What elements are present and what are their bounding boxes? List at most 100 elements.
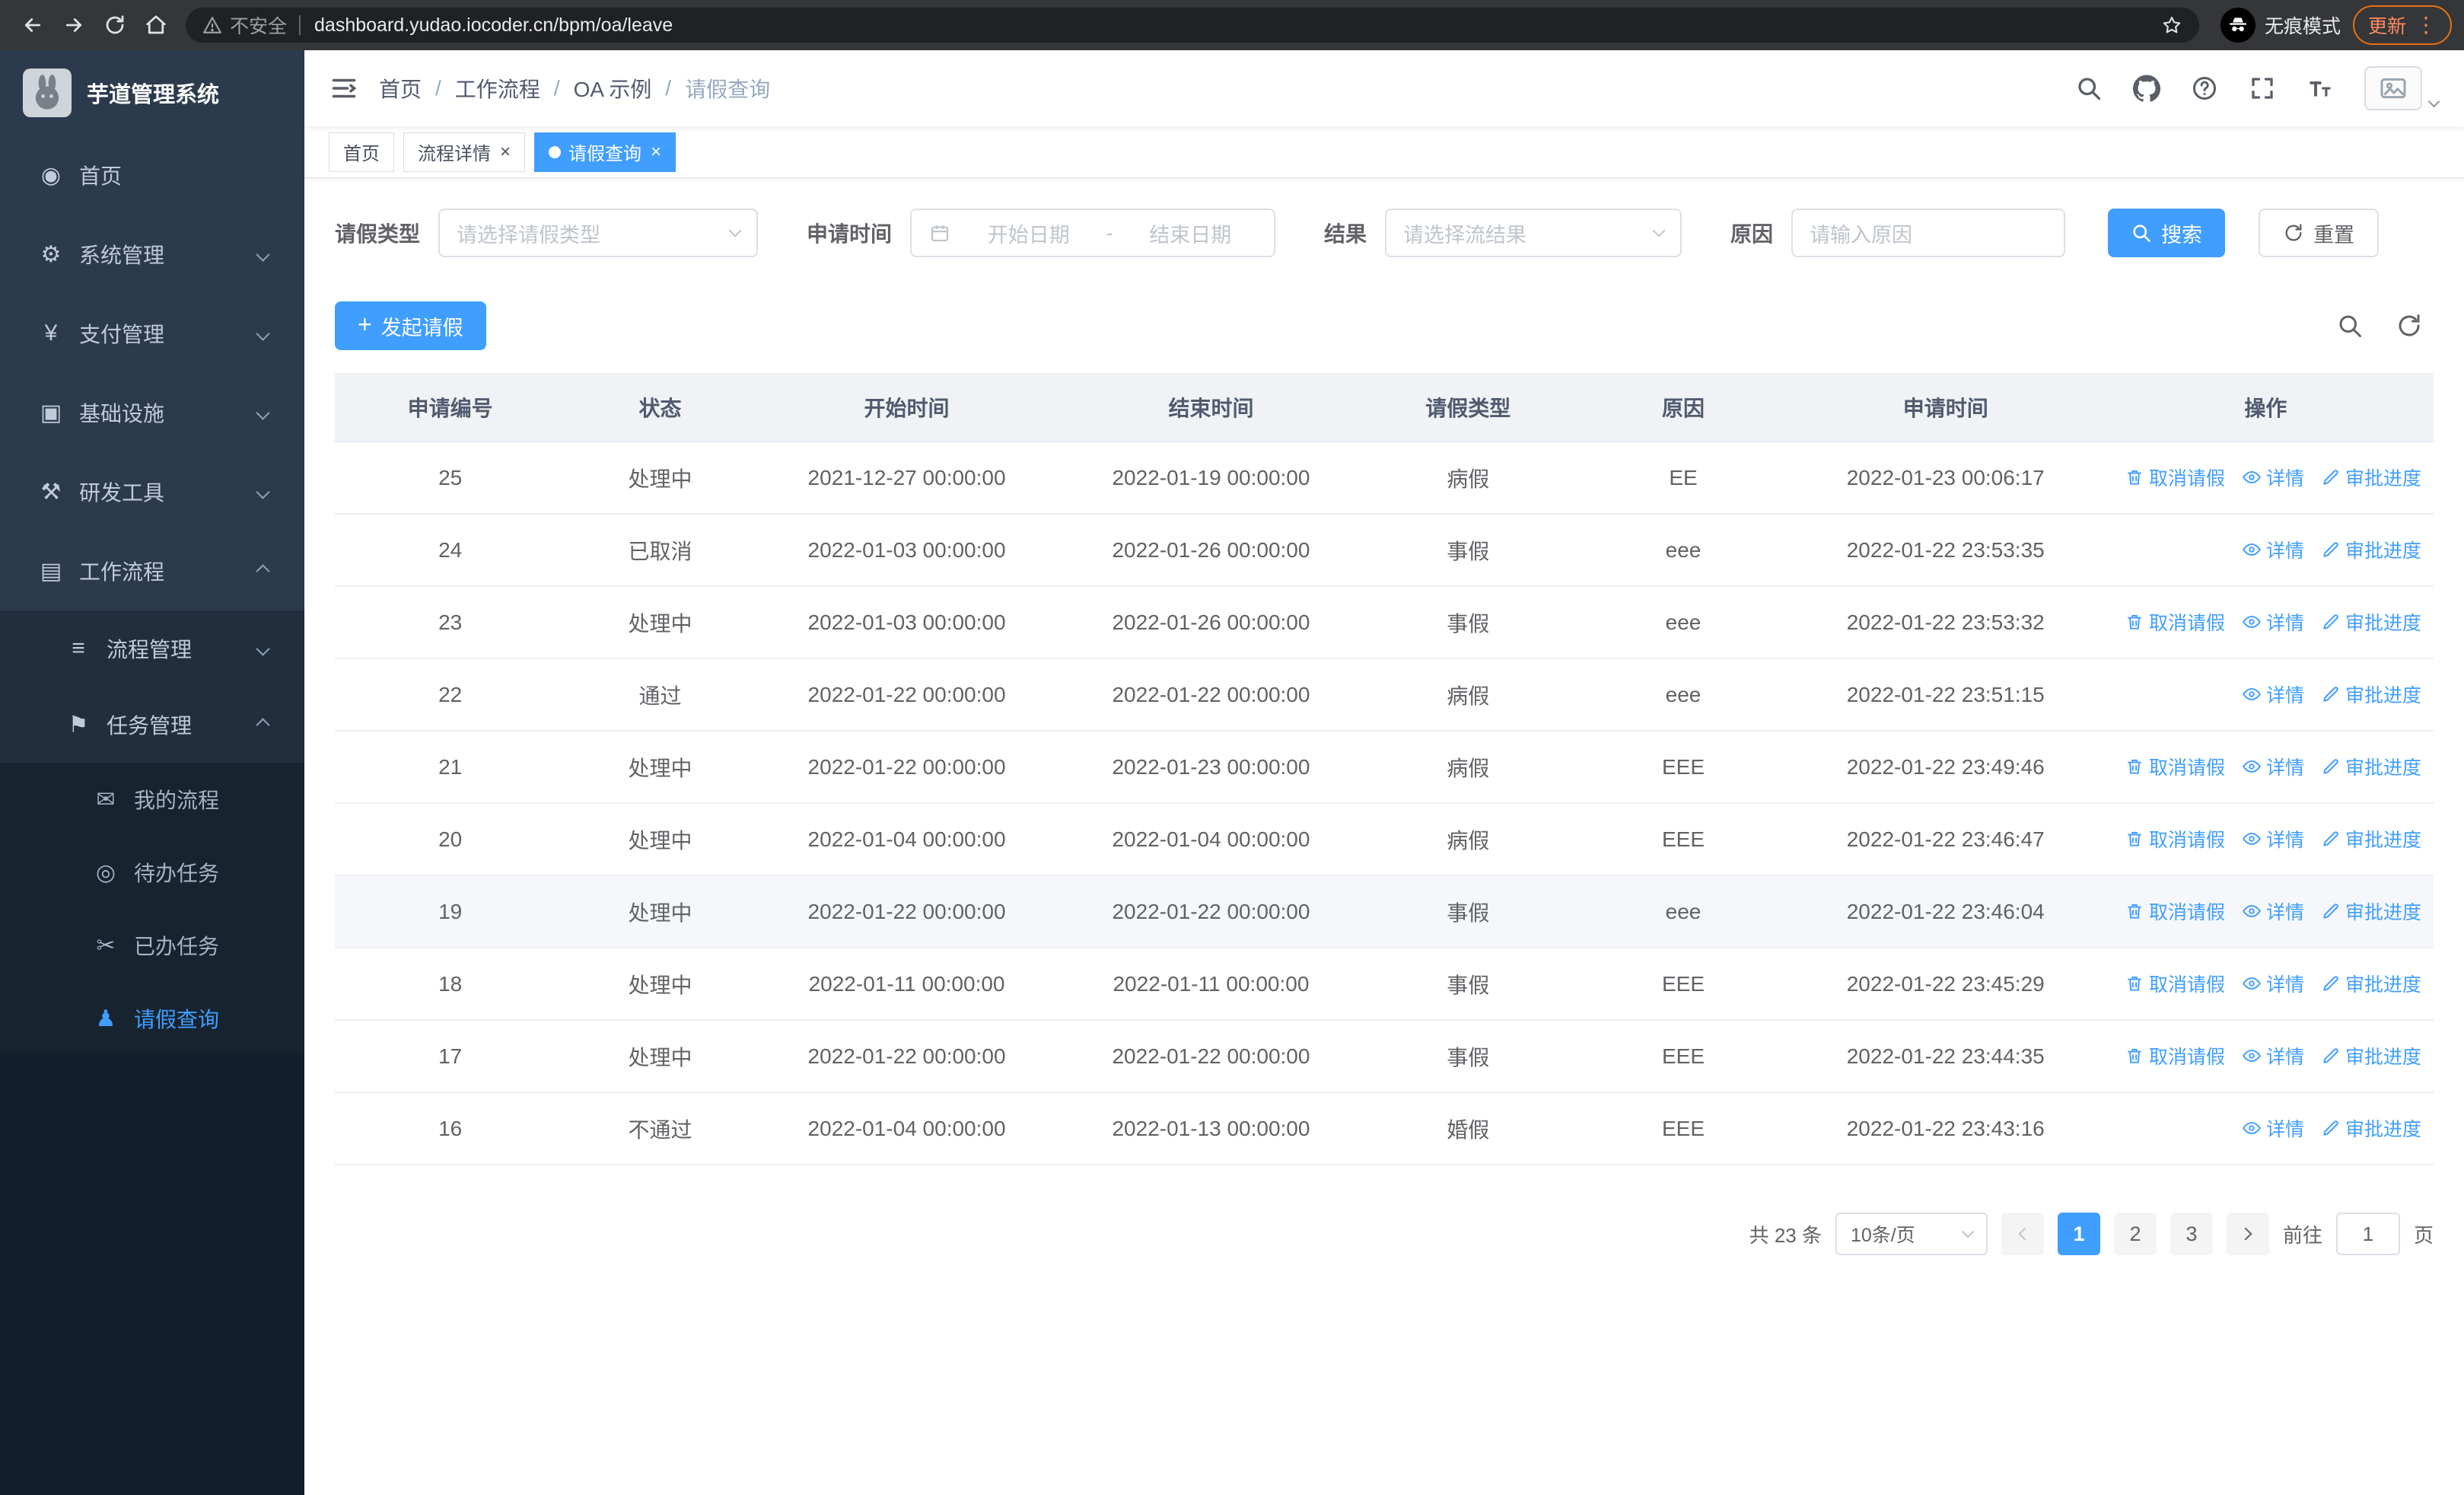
action-progress-link[interactable]: 审批进度 — [2321, 825, 2421, 853]
action-detail-link[interactable]: 详情 — [2242, 753, 2304, 780]
browser-forward-button[interactable] — [53, 5, 94, 46]
action-progress-link[interactable]: 审批进度 — [2321, 1042, 2421, 1069]
action-detail-link[interactable]: 详情 — [2242, 825, 2304, 853]
toggle-search-icon[interactable] — [2336, 312, 2364, 339]
close-icon[interactable]: × — [500, 142, 511, 161]
sidebar-collapse-icon[interactable] — [330, 75, 358, 102]
tab-process-detail[interactable]: 流程详情 × — [403, 132, 526, 172]
sidebar-item-leave-query[interactable]: ♟ 请假查询 — [0, 982, 304, 1055]
edit-icon — [2323, 975, 2338, 991]
app-logo[interactable]: 芋道管理系统 — [0, 50, 304, 135]
action-progress-link[interactable]: 审批进度 — [2321, 753, 2421, 780]
sidebar-item-task-mgmt[interactable]: ⚑ 任务管理 — [0, 687, 304, 763]
breadcrumb-item[interactable]: OA 示例 — [574, 73, 652, 104]
breadcrumb-item[interactable]: 首页 — [379, 73, 422, 104]
warning-icon — [203, 17, 221, 33]
goto-page-input[interactable] — [2335, 1213, 2400, 1255]
table-cell: 处理中 — [565, 803, 755, 876]
sidebar-item-workflow[interactable]: ▤ 工作流程 — [0, 531, 304, 610]
fullscreen-icon[interactable] — [2249, 75, 2276, 102]
action-cancel-link[interactable]: 取消请假 — [2125, 464, 2225, 491]
user-icon: ♟ — [95, 1006, 116, 1031]
action-detail-link[interactable]: 详情 — [2242, 608, 2304, 636]
action-detail-link[interactable]: 详情 — [2242, 897, 2304, 925]
range-separator: - — [1106, 221, 1113, 244]
edit-icon — [2323, 541, 2338, 557]
sidebar-item-dev-tools[interactable]: ⚒ 研发工具 — [0, 452, 304, 531]
avatar-image-placeholder — [2364, 66, 2422, 110]
action-progress-link[interactable]: 审批进度 — [2321, 536, 2421, 563]
action-cancel-link[interactable]: 取消请假 — [2125, 825, 2225, 853]
action-detail-link[interactable]: 详情 — [2242, 681, 2304, 708]
github-icon[interactable] — [2133, 75, 2160, 102]
apply-time-label: 申请时间 — [807, 222, 893, 246]
help-icon[interactable] — [2191, 75, 2218, 102]
chevron-up-icon — [256, 563, 270, 579]
action-detail-link[interactable]: 详情 — [2242, 1042, 2304, 1069]
table-cell: 2022-01-22 23:45:29 — [1793, 948, 2098, 1021]
leave-type-select[interactable]: 请选择请假类型 — [438, 209, 759, 257]
refresh-table-icon[interactable] — [2396, 312, 2423, 339]
action-detail-link[interactable]: 详情 — [2242, 1114, 2304, 1142]
browser-reload-button[interactable] — [94, 5, 135, 46]
apply-time-range-picker[interactable]: 开始日期 - 结束日期 — [910, 209, 1276, 257]
result-select[interactable]: 请选择流结果 — [1385, 209, 1682, 257]
sidebar-item-system-mgmt[interactable]: ⚙ 系统管理 — [0, 215, 304, 294]
sidebar-item-payment-mgmt[interactable]: ¥ 支付管理 — [0, 294, 304, 373]
plus-icon: + — [358, 311, 372, 338]
sidebar-item-infrastructure[interactable]: ▣ 基础设施 — [0, 373, 304, 452]
next-page-button[interactable] — [2226, 1213, 2269, 1255]
address-bar[interactable]: 不安全 dashboard.yudao.iocoder.cn/bpm/oa/le… — [186, 8, 2199, 43]
edit-icon — [2323, 758, 2338, 774]
action-cancel-link[interactable]: 取消请假 — [2125, 1042, 2225, 1069]
eye-icon — [2242, 832, 2261, 845]
search-icon — [2131, 222, 2152, 244]
header-search-icon[interactable] — [2075, 75, 2103, 102]
action-progress-link[interactable]: 审批进度 — [2321, 970, 2421, 997]
action-detail-link[interactable]: 详情 — [2242, 464, 2304, 491]
action-cancel-link[interactable]: 取消请假 — [2125, 897, 2225, 925]
create-leave-button[interactable]: + 发起请假 — [335, 301, 486, 350]
tab-leave-query[interactable]: 请假查询 × — [534, 132, 676, 172]
table-cell: 2022-01-22 23:46:04 — [1793, 875, 2098, 948]
action-cancel-link[interactable]: 取消请假 — [2125, 608, 2225, 636]
action-progress-link[interactable]: 审批进度 — [2321, 608, 2421, 636]
scissors-icon: ✂ — [96, 932, 116, 958]
sidebar-item-home[interactable]: ◉ 首页 — [0, 135, 304, 215]
sidebar-item-my-process[interactable]: ✉ 我的流程 — [0, 763, 304, 836]
breadcrumb-item[interactable]: 工作流程 — [455, 73, 540, 104]
divider — [299, 15, 301, 35]
sidebar-item-process-mgmt[interactable]: ≡ 流程管理 — [0, 610, 304, 687]
action-progress-link[interactable]: 审批进度 — [2321, 1114, 2421, 1142]
page-button-1[interactable]: 1 — [2057, 1213, 2100, 1255]
reason-input[interactable]: 请输入原因 — [1791, 209, 2066, 257]
bookmark-star-icon[interactable] — [2161, 14, 2182, 36]
page-button-2[interactable]: 2 — [2113, 1213, 2157, 1255]
browser-back-button[interactable] — [12, 5, 53, 46]
action-detail-link[interactable]: 详情 — [2242, 536, 2304, 563]
start-date-placeholder: 开始日期 — [987, 223, 1070, 247]
user-avatar[interactable] — [2364, 66, 2440, 110]
sidebar-item-done-tasks[interactable]: ✂ 已办任务 — [0, 909, 304, 982]
action-progress-link[interactable]: 审批进度 — [2321, 897, 2421, 925]
sidebar-item-todo-tasks[interactable]: ◎ 待办任务 — [0, 836, 304, 909]
page-size-select[interactable]: 10条/页 — [1835, 1213, 1988, 1255]
reset-button[interactable]: 重置 — [2259, 209, 2380, 257]
close-icon[interactable]: × — [651, 142, 661, 161]
page-button-3[interactable]: 3 — [2170, 1213, 2213, 1255]
action-progress-link[interactable]: 审批进度 — [2321, 681, 2421, 708]
table-cell: 19 — [335, 875, 566, 948]
action-detail-link[interactable]: 详情 — [2242, 970, 2304, 997]
browser-home-button[interactable] — [135, 5, 177, 46]
prev-page-button[interactable] — [2001, 1213, 2044, 1255]
security-warning[interactable]: 不安全 — [202, 11, 287, 39]
action-cancel-link[interactable]: 取消请假 — [2125, 970, 2225, 997]
action-cancel-link[interactable]: 取消请假 — [2125, 753, 2225, 780]
chevron-down-icon — [256, 405, 270, 420]
font-size-icon[interactable] — [2306, 75, 2334, 102]
tab-home[interactable]: 首页 — [329, 132, 394, 172]
search-button[interactable]: 搜索 — [2108, 209, 2226, 257]
action-progress-link[interactable]: 审批进度 — [2321, 464, 2421, 491]
browser-update-menu[interactable]: 更新 ⋮ — [2352, 5, 2452, 45]
table-row: 17 处理中 2022-01-22 00:00:00 2022-01-22 00:00… — [335, 1020, 2434, 1093]
